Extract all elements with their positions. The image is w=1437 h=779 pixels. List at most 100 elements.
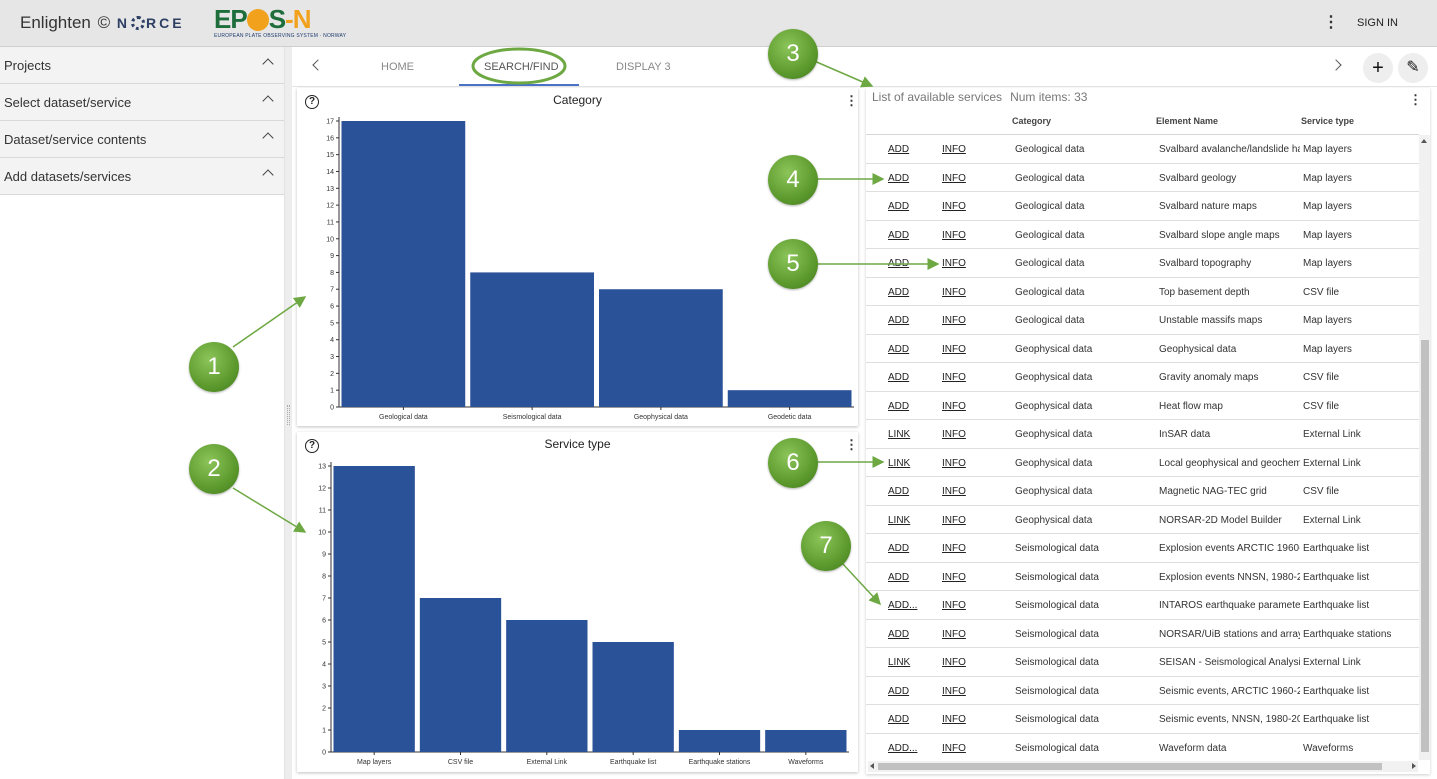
x-tick-label: Geological data: [379, 414, 428, 421]
row-info-link[interactable]: INFO: [942, 429, 982, 440]
column-header-service-type[interactable]: Service type: [1301, 116, 1354, 126]
row-info-link[interactable]: INFO: [942, 173, 982, 184]
row-info-link[interactable]: INFO: [942, 572, 982, 583]
sidebar-item-add-datasets[interactable]: Add datasets/services: [0, 158, 284, 195]
table-row: ADD INFO Seismological data Seismic events,…: [866, 677, 1419, 705]
vertical-scroll-thumb[interactable]: [1421, 340, 1429, 752]
bar[interactable]: [341, 121, 466, 407]
row-info-link[interactable]: INFO: [942, 458, 982, 469]
edit-icon[interactable]: ✎: [1398, 53, 1428, 83]
sidebar-item-select-dataset[interactable]: Select dataset/service: [0, 84, 284, 121]
chevron-up-icon[interactable]: [262, 95, 274, 107]
scroll-up-icon[interactable]: [1421, 139, 1427, 143]
tab-search-find[interactable]: SEARCH/FIND: [484, 61, 559, 73]
bar[interactable]: [765, 730, 847, 752]
bar[interactable]: [470, 272, 594, 407]
tab-scroll-right-icon[interactable]: [1330, 59, 1342, 71]
row-info-link[interactable]: INFO: [942, 344, 982, 355]
row-info-link[interactable]: INFO: [942, 401, 982, 412]
annotation-badge-4: 4: [768, 155, 818, 205]
sign-in-button[interactable]: SIGN IN: [1357, 17, 1398, 29]
row-action-link[interactable]: ADD: [888, 686, 928, 697]
row-info-link[interactable]: INFO: [942, 144, 982, 155]
annotation-badge-2: 2: [189, 444, 239, 494]
row-service-type: Map layers: [1303, 315, 1352, 326]
bar[interactable]: [599, 289, 723, 407]
row-action-link[interactable]: ADD: [888, 258, 928, 269]
row-service-type: Map layers: [1303, 343, 1352, 355]
chevron-up-icon[interactable]: [262, 132, 274, 144]
row-action-link[interactable]: LINK: [888, 515, 928, 526]
epos-o-icon: [246, 9, 269, 31]
chevron-up-icon[interactable]: [262, 169, 274, 181]
row-info-link[interactable]: INFO: [942, 287, 982, 298]
horizontal-scroll-thumb[interactable]: [878, 763, 1382, 770]
sidebar-item-dataset-contents[interactable]: Dataset/service contents: [0, 121, 284, 158]
row-info-link[interactable]: INFO: [942, 372, 982, 383]
row-info-link[interactable]: INFO: [942, 629, 982, 640]
row-action-link[interactable]: ADD: [888, 714, 928, 725]
row-action-link[interactable]: LINK: [888, 657, 928, 668]
row-action-link[interactable]: ADD: [888, 287, 928, 298]
row-info-link[interactable]: INFO: [942, 515, 982, 526]
scroll-left-icon[interactable]: [870, 763, 874, 769]
row-action-link[interactable]: ADD: [888, 486, 928, 497]
chevron-up-icon[interactable]: [262, 58, 274, 70]
list-header: List of available services Num items: 33: [872, 90, 1087, 104]
row-action-link[interactable]: LINK: [888, 429, 928, 440]
bar[interactable]: [727, 390, 852, 407]
tab-display-3[interactable]: DISPLAY 3: [616, 61, 671, 73]
bar[interactable]: [419, 598, 502, 752]
row-action-link[interactable]: ADD: [888, 344, 928, 355]
row-info-link[interactable]: INFO: [942, 230, 982, 241]
row-action-link[interactable]: LINK: [888, 458, 928, 469]
x-tick-label: Map layers: [357, 759, 392, 766]
row-action-link[interactable]: ADD: [888, 543, 928, 554]
row-info-link[interactable]: INFO: [942, 743, 982, 754]
row-info-link[interactable]: INFO: [942, 686, 982, 697]
row-action-link[interactable]: ADD: [888, 144, 928, 155]
tab-home[interactable]: HOME: [381, 61, 414, 73]
row-action-link[interactable]: ADD: [888, 173, 928, 184]
y-tick-label: 10: [326, 236, 334, 243]
y-tick-label: 7: [330, 287, 334, 294]
vertical-scrollbar[interactable]: [1419, 135, 1430, 760]
row-action-link[interactable]: ADD...: [888, 600, 928, 611]
row-info-link[interactable]: INFO: [942, 714, 982, 725]
column-header-category[interactable]: Category: [1012, 116, 1051, 126]
add-tab-button[interactable]: +: [1363, 53, 1393, 83]
row-info-link[interactable]: INFO: [942, 543, 982, 554]
tab-scroll-left-icon[interactable]: [312, 59, 324, 71]
row-action-link[interactable]: ADD: [888, 230, 928, 241]
table-row: ADD INFO Geological data Svalbard slope ang…: [866, 221, 1419, 249]
list-menu-icon[interactable]: ⋮: [1409, 92, 1422, 108]
row-action-link[interactable]: ADD: [888, 372, 928, 383]
row-category: Seismological data: [1015, 600, 1099, 611]
column-header-element-name[interactable]: Element Name: [1156, 116, 1218, 126]
row-element-name: Seismic events, ARCTIC 1960-2: [1159, 685, 1300, 697]
row-info-link[interactable]: INFO: [942, 600, 982, 611]
row-category: Geophysical data: [1015, 457, 1093, 469]
horizontal-scrollbar[interactable]: [868, 761, 1418, 772]
row-action-link[interactable]: ADD: [888, 572, 928, 583]
splitter-grip-icon[interactable]: [287, 405, 290, 425]
row-action-link[interactable]: ADD: [888, 201, 928, 212]
row-action-link[interactable]: ADD: [888, 629, 928, 640]
bar[interactable]: [678, 730, 761, 752]
bar[interactable]: [592, 642, 674, 752]
row-info-link[interactable]: INFO: [942, 315, 982, 326]
row-info-link[interactable]: INFO: [942, 201, 982, 212]
table-row: ADD INFO Geological data Unstable massifs m…: [866, 306, 1419, 335]
row-action-link[interactable]: ADD: [888, 315, 928, 326]
row-info-link[interactable]: INFO: [942, 657, 982, 668]
row-action-link[interactable]: ADD...: [888, 743, 928, 754]
bar[interactable]: [506, 620, 588, 752]
scroll-right-icon[interactable]: [1412, 763, 1416, 769]
bar[interactable]: [333, 466, 415, 752]
app-menu-icon[interactable]: ⋮: [1323, 14, 1339, 34]
row-info-link[interactable]: INFO: [942, 258, 982, 269]
sidebar-item-projects[interactable]: Projects: [0, 47, 284, 84]
row-action-link[interactable]: ADD: [888, 401, 928, 412]
row-info-link[interactable]: INFO: [942, 486, 982, 497]
y-tick-label: 12: [318, 486, 326, 493]
